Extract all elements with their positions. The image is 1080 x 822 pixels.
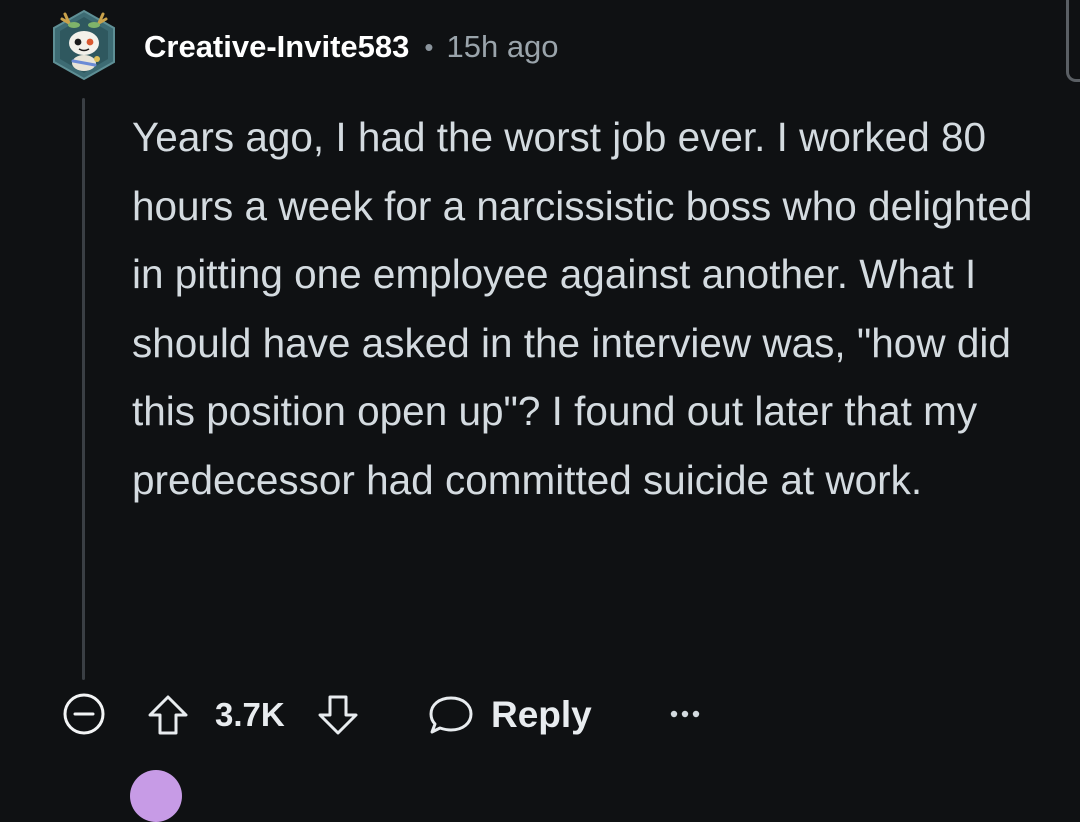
snoo-avatar-icon[interactable] <box>51 9 117 81</box>
downvote-arrow-icon[interactable] <box>314 693 362 737</box>
vote-score: 3.7K <box>215 696 285 733</box>
comment-header: Creative-Invite583 • 15h ago <box>144 26 559 68</box>
collapse-minus-icon[interactable] <box>62 692 106 736</box>
next-comment-avatar[interactable] <box>130 770 182 822</box>
timestamp[interactable]: 15h ago <box>446 29 558 65</box>
thread-line[interactable] <box>82 98 85 680</box>
comment-body: Years ago, I had the worst job ever. I w… <box>132 114 1033 503</box>
more-options-icon[interactable] <box>664 700 708 728</box>
comment: Creative-Invite583 • 15h ago Years ago, … <box>0 0 1080 822</box>
separator-dot: • <box>424 31 434 62</box>
upvote-arrow-icon[interactable] <box>144 693 192 737</box>
username[interactable]: Creative-Invite583 <box>144 29 409 65</box>
reply-button[interactable]: Reply <box>426 690 592 740</box>
reply-label: Reply <box>491 694 592 735</box>
scrollbar[interactable] <box>1066 0 1080 82</box>
speech-bubble-icon <box>429 696 473 734</box>
comment-actions: 3.7K Reply <box>0 684 1080 744</box>
